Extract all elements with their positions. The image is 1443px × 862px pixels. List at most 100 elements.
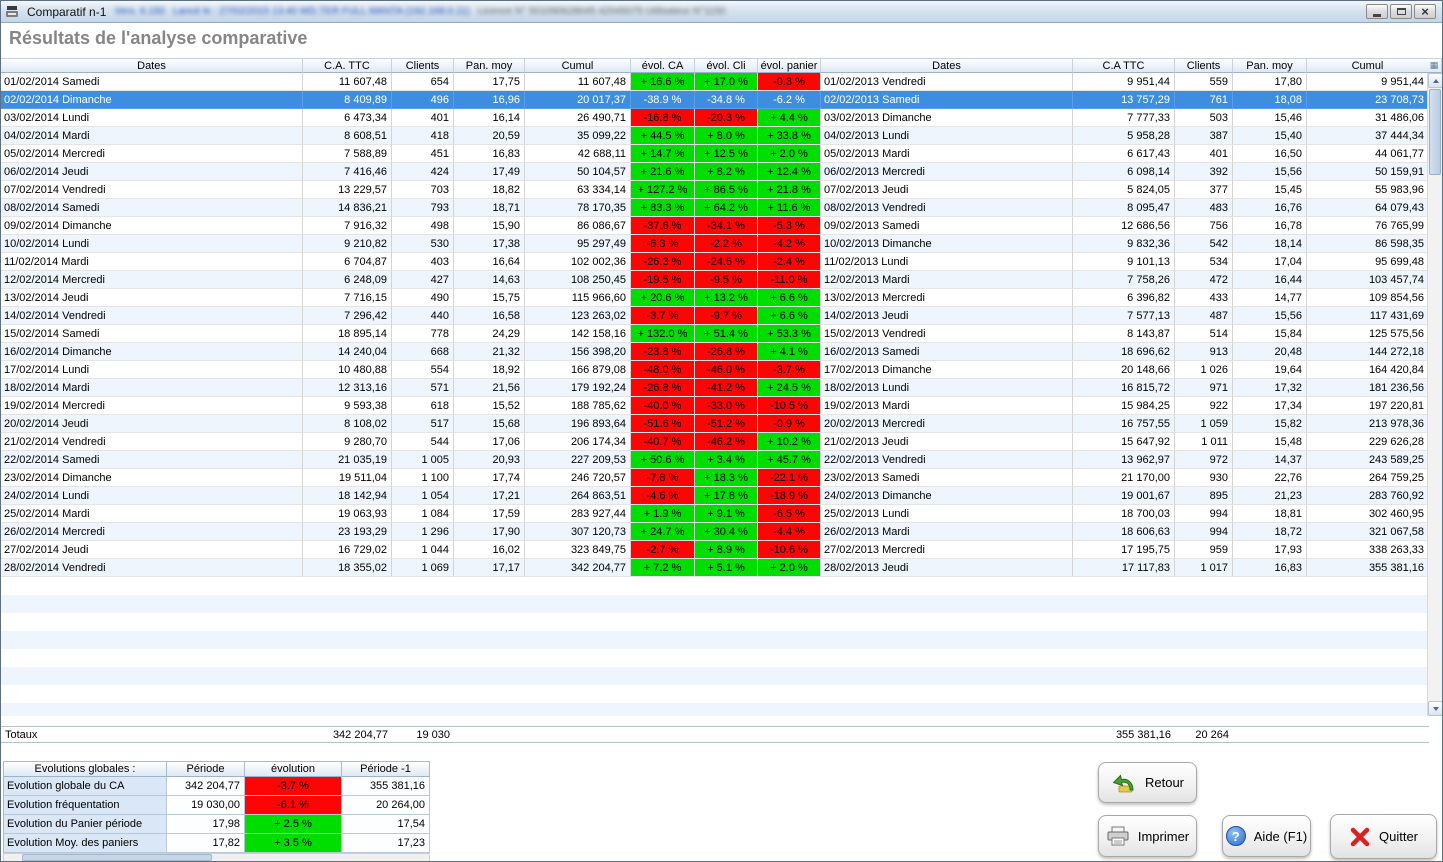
date-2013-cell: 25/02/2013 Lundi: [821, 505, 1073, 523]
cumul-cell: 20 017,37: [525, 91, 631, 109]
table-row[interactable]: 19/02/2014 Mercredi 9 593,38 618 15,52 1…: [1, 397, 1429, 415]
header-ca-ttc-2013[interactable]: C.A TTC: [1073, 58, 1175, 73]
cumul-cell: 86 086,67: [525, 217, 631, 235]
maximize-button[interactable]: [1390, 4, 1412, 19]
cumul-2013-cell: 283 760,92: [1307, 487, 1429, 505]
clients-cell: 778: [392, 325, 454, 343]
header-evol-ca[interactable]: évol. CA: [631, 58, 695, 73]
date-2014-cell: 14/02/2014 Vendredi: [1, 307, 303, 325]
quitter-button[interactable]: Quitter: [1330, 814, 1437, 859]
table-row[interactable]: 08/02/2014 Samedi 14 836,21 793 18,71 78…: [1, 199, 1429, 217]
date-2014-cell: 27/02/2014 Jeudi: [1, 541, 303, 559]
header-evol-clients[interactable]: évol. Cli: [695, 58, 758, 73]
table-row[interactable]: 17/02/2014 Lundi 10 480,88 554 18,92 166…: [1, 361, 1429, 379]
ca-ttc-2013-cell: 15 647,92: [1073, 433, 1175, 451]
horizontal-scrollbar[interactable]: [3, 853, 430, 862]
evolution-ca-cell: + 7.2 %: [631, 559, 695, 577]
evolution-ca-cell: -23.8 %: [631, 343, 695, 361]
app-window: Comparatif n-1 Vers. 6.150 Lancé le : 27…: [0, 0, 1443, 862]
table-row[interactable]: 11/02/2014 Mardi 6 704,87 403 16,64 102 …: [1, 253, 1429, 271]
header-dates-2014[interactable]: Dates: [1, 58, 303, 73]
table-row[interactable]: 03/02/2014 Lundi 6 473,34 401 16,14 26 4…: [1, 109, 1429, 127]
table-row[interactable]: 24/02/2014 Lundi 18 142,94 1 054 17,21 2…: [1, 487, 1429, 505]
date-2013-cell: 02/02/2013 Samedi: [821, 91, 1073, 109]
vertical-scrollbar[interactable]: [1427, 73, 1442, 716]
date-2013-cell: 20/02/2013 Mercredi: [821, 415, 1073, 433]
header-clients[interactable]: Clients: [392, 58, 454, 73]
clients-cell: 654: [392, 73, 454, 91]
table-row[interactable]: 15/02/2014 Samedi 18 895,14 778 24,29 14…: [1, 325, 1429, 343]
panier-moyen-cell: 17,90: [454, 523, 525, 541]
evolution-panier-cell: + 2.0 %: [758, 145, 821, 163]
aide-button[interactable]: ? Aide (F1): [1222, 815, 1311, 857]
date-2013-cell: 05/02/2013 Mardi: [821, 145, 1073, 163]
evolution-panier-cell: -10.6 %: [758, 541, 821, 559]
evolution-clients-cell: + 8.2 %: [695, 163, 758, 181]
table-row[interactable]: 25/02/2014 Mardi 19 063,93 1 084 17,59 2…: [1, 505, 1429, 523]
table-row[interactable]: 02/02/2014 Dimanche 8 409,89 496 16,96 2…: [1, 91, 1429, 109]
header-panier-moyen[interactable]: Pan. moy: [454, 58, 525, 73]
titlebar[interactable]: Comparatif n-1 Vers. 6.150 Lancé le : 27…: [1, 1, 1442, 23]
retour-button[interactable]: Retour: [1098, 762, 1197, 803]
table-row[interactable]: 09/02/2014 Dimanche 7 916,32 498 15,90 8…: [1, 217, 1429, 235]
scroll-down-button[interactable]: [1428, 701, 1443, 716]
table-row[interactable]: 28/02/2014 Vendredi 18 355,02 1 069 17,1…: [1, 559, 1429, 577]
table-row[interactable]: 14/02/2014 Vendredi 7 296,42 440 16,58 1…: [1, 307, 1429, 325]
table-row[interactable]: 05/02/2014 Mercredi 7 588,89 451 16,83 4…: [1, 145, 1429, 163]
clients-cell: 530: [392, 235, 454, 253]
evolution-clients-cell: + 5.1 %: [695, 559, 758, 577]
panier-moyen-cell: 16,58: [454, 307, 525, 325]
evolution-ca-cell: -40.7 %: [631, 433, 695, 451]
clients-cell: 793: [392, 199, 454, 217]
clients-2013-cell: 503: [1175, 109, 1233, 127]
table-row[interactable]: 06/02/2014 Jeudi 7 416,46 424 17,49 50 1…: [1, 163, 1429, 181]
header-ca-ttc[interactable]: C.A. TTC: [303, 58, 392, 73]
cumul-2013-cell: 50 159,91: [1307, 163, 1429, 181]
evolution-panier-cell: -2.4 %: [758, 253, 821, 271]
evolution-ca-cell: -3.7 %: [631, 307, 695, 325]
header-evol-panier[interactable]: évol. panier: [758, 58, 821, 73]
ca-ttc-cell: 19 063,93: [303, 505, 392, 523]
table-row[interactable]: 20/02/2014 Jeudi 8 108,02 517 15,68 196 …: [1, 415, 1429, 433]
panier-moyen-2013-cell: 15,56: [1233, 163, 1307, 181]
imprimer-button[interactable]: Imprimer: [1098, 815, 1197, 857]
close-button[interactable]: ×: [1414, 4, 1436, 19]
minimize-button[interactable]: [1366, 4, 1388, 19]
evolution-panier-cell: + 33.8 %: [758, 127, 821, 145]
table-row[interactable]: 10/02/2014 Lundi 9 210,82 530 17,38 95 2…: [1, 235, 1429, 253]
clients-cell: 668: [392, 343, 454, 361]
table-row[interactable]: 12/02/2014 Mercredi 6 248,09 427 14,63 1…: [1, 271, 1429, 289]
table-row[interactable]: 22/02/2014 Samedi 21 035,19 1 005 20,93 …: [1, 451, 1429, 469]
evolution-clients-cell: -9.7 %: [695, 307, 758, 325]
table-row[interactable]: 01/02/2014 Samedi 11 607,48 654 17,75 11…: [1, 73, 1429, 91]
scroll-up-button[interactable]: [1428, 73, 1443, 88]
cumul-cell: 307 120,73: [525, 523, 631, 541]
date-2014-cell: 21/02/2014 Vendredi: [1, 433, 303, 451]
table-row[interactable]: 13/02/2014 Jeudi 7 716,15 490 15,75 115 …: [1, 289, 1429, 307]
scrollbar-thumb[interactable]: [1429, 89, 1441, 175]
table-row[interactable]: 21/02/2014 Vendredi 9 280,70 544 17,06 2…: [1, 433, 1429, 451]
table-row[interactable]: 16/02/2014 Dimanche 14 240,04 668 21,32 …: [1, 343, 1429, 361]
horizontal-scrollbar-thumb[interactable]: [22, 854, 212, 861]
evolution-clients-cell: -34.8 %: [695, 91, 758, 109]
table-row[interactable]: 23/02/2014 Dimanche 19 511,04 1 100 17,7…: [1, 469, 1429, 487]
table-row[interactable]: 18/02/2014 Mardi 12 313,16 571 21,56 179…: [1, 379, 1429, 397]
redacted-license-info: Licence N° 501090628045 42045075 Utilisa…: [478, 6, 726, 17]
panier-moyen-cell: 17,49: [454, 163, 525, 181]
table-row[interactable]: 27/02/2014 Jeudi 16 729,02 1 044 16,02 3…: [1, 541, 1429, 559]
table-row[interactable]: 26/02/2014 Mercredi 23 193,29 1 296 17,9…: [1, 523, 1429, 541]
ca-ttc-2013-cell: 7 777,33: [1073, 109, 1175, 127]
cumul-2013-cell: 103 457,74: [1307, 271, 1429, 289]
panier-moyen-2013-cell: 16,83: [1233, 559, 1307, 577]
header-cumul-2013[interactable]: Cumul: [1307, 58, 1429, 73]
date-2013-cell: 27/02/2013 Mercredi: [821, 541, 1073, 559]
table-row[interactable]: 07/02/2014 Vendredi 13 229,57 703 18,82 …: [1, 181, 1429, 199]
table-grid-icon[interactable]: ▦: [1427, 58, 1442, 73]
clients-2013-cell: 483: [1175, 199, 1233, 217]
header-cumul[interactable]: Cumul: [525, 58, 631, 73]
close-icon: ×: [1421, 5, 1429, 18]
header-panier-moyen-2013[interactable]: Pan. moy: [1233, 58, 1307, 73]
header-dates-2013[interactable]: Dates: [821, 58, 1073, 73]
table-row[interactable]: 04/02/2014 Mardi 8 608,51 418 20,59 35 0…: [1, 127, 1429, 145]
header-clients-2013[interactable]: Clients: [1175, 58, 1233, 73]
